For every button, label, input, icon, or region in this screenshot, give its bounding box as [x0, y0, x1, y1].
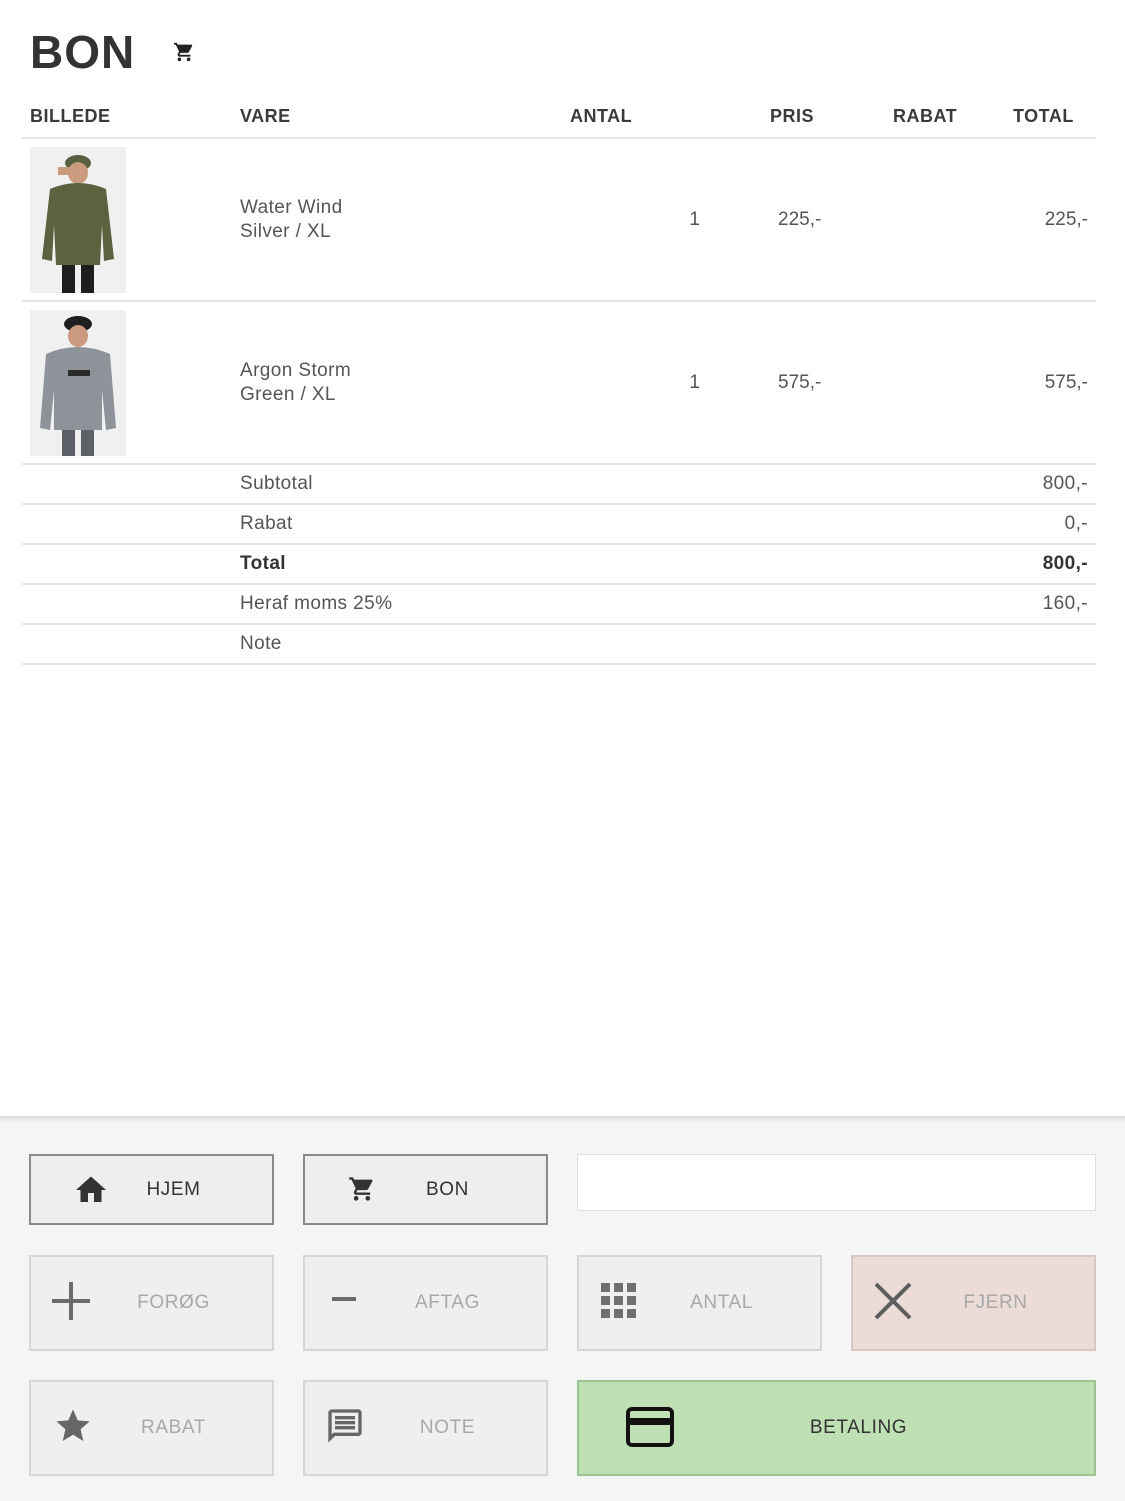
home-button[interactable]: HJEM	[29, 1154, 274, 1225]
bon-button[interactable]: BON	[303, 1154, 548, 1225]
col-header-qty: ANTAL	[570, 95, 710, 139]
subtotal-value: 800,-	[1013, 464, 1096, 505]
discount-button-label: RABAT	[141, 1417, 206, 1438]
col-header-total: TOTAL	[1013, 95, 1096, 139]
remove-button[interactable]: FJERN	[851, 1255, 1096, 1351]
bon-label: BON	[426, 1178, 469, 1200]
item-price: 225,-	[710, 138, 893, 302]
header: BON	[30, 24, 195, 80]
item-discount	[893, 301, 1013, 465]
total-row: Total 800,-	[22, 544, 1096, 585]
note-label: Note	[240, 624, 570, 665]
item-description: Water Wind Silver / XL	[240, 138, 570, 302]
item-total: 225,-	[1013, 138, 1096, 302]
total-value: 800,-	[1013, 544, 1096, 585]
decrease-button[interactable]: AFTAG	[303, 1255, 548, 1351]
cart-icon	[174, 42, 193, 62]
item-qty: 1	[570, 138, 710, 302]
table-row[interactable]: Water Wind Silver / XL 1 225,- 225,-	[22, 138, 1096, 302]
item-description: Argon Storm Green / XL	[240, 301, 570, 465]
table-row[interactable]: Argon Storm Green / XL 1 575,- 575,-	[22, 301, 1096, 465]
item-discount	[893, 138, 1013, 302]
home-label: HJEM	[146, 1178, 201, 1200]
increase-label: FORØG	[137, 1292, 210, 1313]
vat-label: Heraf moms 25%	[240, 584, 570, 625]
discount-button[interactable]: RABAT	[29, 1380, 274, 1476]
note-value	[1013, 624, 1096, 665]
item-total: 575,-	[1013, 301, 1096, 465]
col-header-image: BILLEDE	[22, 95, 240, 139]
col-header-discount: RABAT	[893, 95, 1013, 139]
table-header: BILLEDE VARE ANTAL PRIS RABAT TOTAL	[22, 95, 1096, 139]
item-name: Argon Storm	[240, 359, 352, 381]
product-image-shirt	[30, 146, 126, 293]
quantity-button[interactable]: ANTAL	[577, 1255, 822, 1351]
payment-button[interactable]: BETALING	[577, 1380, 1096, 1476]
product-image-cell	[22, 138, 240, 302]
discount-value: 0,-	[1013, 504, 1096, 545]
note-button-label: NOTE	[419, 1417, 476, 1438]
col-header-item: VARE	[240, 95, 570, 139]
total-label: Total	[240, 544, 570, 585]
decrease-label: AFTAG	[415, 1292, 480, 1313]
subtotal-row: Subtotal 800,-	[22, 464, 1096, 505]
note-button[interactable]: NOTE	[303, 1380, 548, 1476]
remove-label: FJERN	[963, 1292, 1028, 1313]
item-price: 575,-	[710, 301, 893, 465]
vat-value: 160,-	[1013, 584, 1096, 625]
item-name: Water Wind	[240, 196, 343, 218]
payment-label: BETALING	[809, 1417, 908, 1438]
entry-field[interactable]	[577, 1154, 1096, 1211]
col-header-price: PRIS	[710, 95, 893, 139]
page-title: BON	[30, 26, 136, 78]
discount-label: Rabat	[240, 504, 570, 545]
increase-button[interactable]: FORØG	[29, 1255, 274, 1351]
receipt-table: BILLEDE VARE ANTAL PRIS RABAT TOTAL Wate…	[22, 95, 1096, 665]
product-image-hoodie	[30, 309, 126, 456]
item-variant: Silver / XL	[240, 220, 331, 242]
quantity-label: ANTAL	[690, 1292, 753, 1313]
discount-row: Rabat 0,-	[22, 504, 1096, 545]
item-variant: Green / XL	[240, 383, 336, 405]
item-qty: 1	[570, 301, 710, 465]
note-row[interactable]: Note	[22, 624, 1096, 665]
subtotal-label: Subtotal	[240, 464, 570, 505]
vat-row: Heraf moms 25% 160,-	[22, 584, 1096, 625]
product-image-cell	[22, 301, 240, 465]
